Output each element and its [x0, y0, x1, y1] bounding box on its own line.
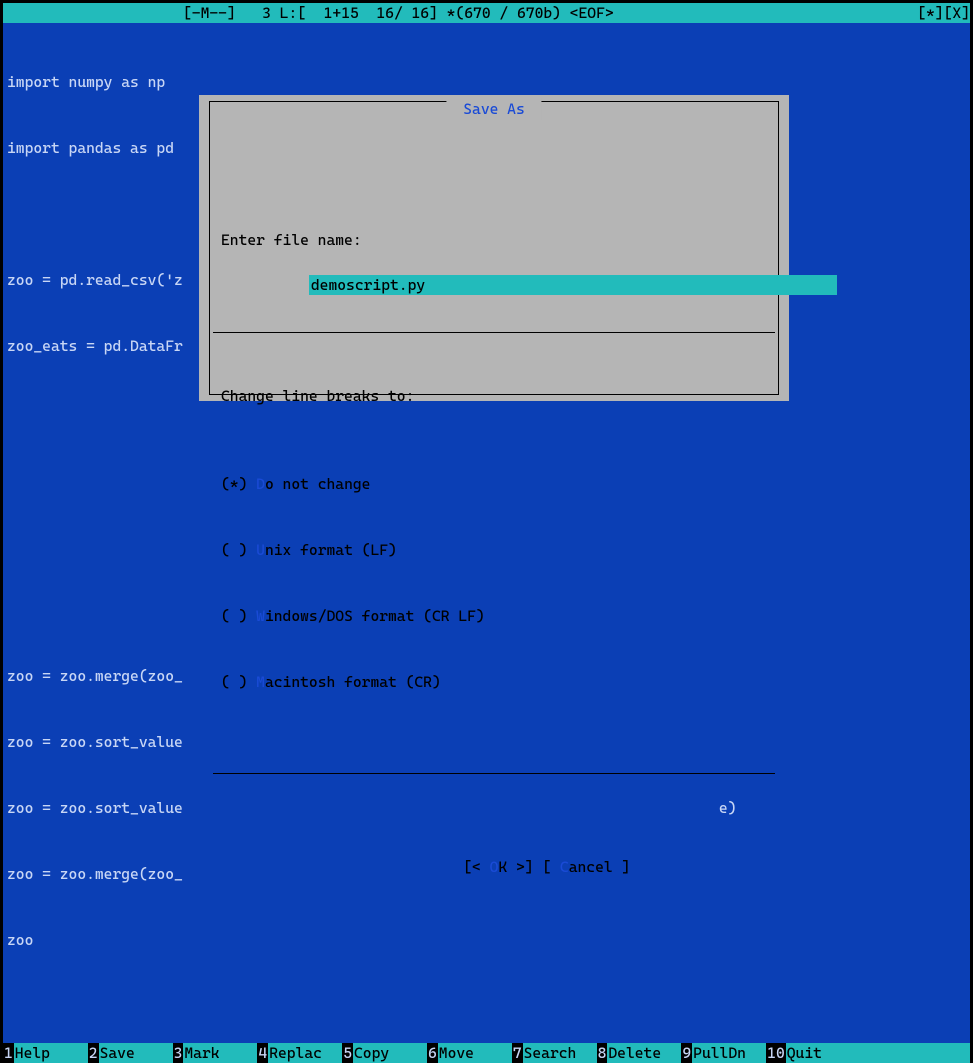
ok-button[interactable]: [< OK >]	[463, 858, 533, 876]
radio-unix[interactable]: ( ) Unix format (LF)	[221, 539, 767, 561]
fkey-copy[interactable]: 5Copy	[342, 1043, 427, 1063]
filename-input[interactable]: demoscript.py	[309, 275, 837, 295]
cancel-button[interactable]: [ Cancel ]	[534, 858, 631, 876]
fkey-save[interactable]: 2Save	[88, 1043, 173, 1063]
filename-prompt: Enter file name:	[221, 229, 767, 251]
fkey-quit[interactable]: 10Quit	[766, 1043, 860, 1063]
radio-macintosh[interactable]: ( ) Macintosh format (CR)	[221, 671, 767, 693]
dialog-title: Save As	[446, 98, 541, 120]
fkey-move[interactable]: 6Move	[427, 1043, 512, 1063]
fkey-help[interactable]: 1Help	[3, 1043, 88, 1063]
editor-area[interactable]: import numpy as np import pandas as pd z…	[3, 23, 970, 1043]
fkey-pulldown[interactable]: 9PullDn	[681, 1043, 766, 1063]
code-line: import numpy as np	[7, 71, 966, 93]
title-status: [-M--] 3 L:[ 1+15 16/ 16] *(670 / 670b) …	[3, 3, 614, 23]
fkey-replace[interactable]: 4Replac	[257, 1043, 342, 1063]
divider	[213, 773, 775, 774]
radio-windows[interactable]: ( ) Windows/DOS format (CR LF)	[221, 605, 767, 627]
fkey-delete[interactable]: 8Delete	[597, 1043, 682, 1063]
radio-do-not-change[interactable]: (*) Do not change	[221, 473, 767, 495]
function-key-bar: 1Help 2Save 3Mark 4Replac 5Copy 6Move 7S…	[3, 1043, 970, 1063]
fkey-mark[interactable]: 3Mark	[173, 1043, 258, 1063]
divider	[213, 332, 775, 333]
fkey-search[interactable]: 7Search	[512, 1043, 597, 1063]
title-right-controls[interactable]: [*][X]	[917, 3, 970, 23]
title-bar: [-M--] 3 L:[ 1+15 16/ 16] *(670 / 670b) …	[3, 3, 970, 23]
save-as-dialog: Save As Enter file name: demoscript.py C…	[199, 95, 789, 401]
linebreak-label: Change line breaks to:	[221, 385, 767, 407]
